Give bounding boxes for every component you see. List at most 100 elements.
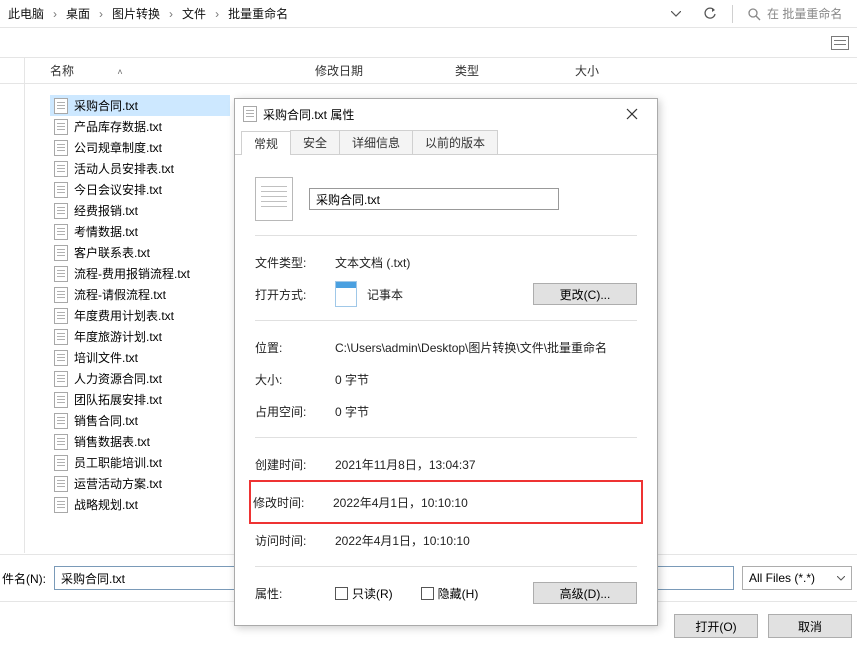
file-name: 客户联系表.txt	[74, 244, 150, 261]
tab-general[interactable]: 常规	[241, 131, 291, 155]
column-name[interactable]: 名称 ˄	[50, 62, 315, 79]
crumb-3[interactable]: 文件	[178, 5, 210, 22]
dialog-tabs: 常规 安全 详细信息 以前的版本	[235, 129, 657, 155]
view-details-icon[interactable]	[831, 36, 849, 50]
dropdown-history-button[interactable]	[664, 3, 688, 25]
label-filetype: 文件类型:	[255, 254, 335, 271]
label-created: 创建时间:	[255, 456, 335, 473]
filename-label: 件名(N):	[0, 570, 46, 587]
open-button[interactable]: 打开(O)	[674, 614, 758, 638]
file-row[interactable]: 年度费用计划表.txt	[50, 305, 230, 326]
column-date[interactable]: 修改日期	[315, 62, 455, 79]
file-row[interactable]: 客户联系表.txt	[50, 242, 230, 263]
file-row[interactable]: 战略规划.txt	[50, 494, 230, 515]
dialog-titlebar[interactable]: 采购合同.txt 属性	[235, 99, 657, 129]
file-name: 活动人员安排表.txt	[74, 160, 174, 177]
column-size[interactable]: 大小	[575, 62, 635, 79]
properties-dialog: 采购合同.txt 属性 常规 安全 详细信息 以前的版本 采购合同.txt 文件…	[234, 98, 658, 626]
file-row[interactable]: 今日会议安排.txt	[50, 179, 230, 200]
close-button[interactable]	[615, 104, 649, 124]
label-openwith: 打开方式:	[255, 286, 335, 303]
file-row[interactable]: 活动人员安排表.txt	[50, 158, 230, 179]
file-type-filter[interactable]: All Files (*.*)	[742, 566, 852, 590]
column-type[interactable]: 类型	[455, 62, 575, 79]
value-openwith: 记事本	[367, 286, 403, 303]
value-location: C:\Users\admin\Desktop\图片转换\文件\批量重命名	[335, 339, 607, 356]
crumb-1[interactable]: 桌面	[62, 5, 94, 22]
splitter[interactable]	[24, 58, 25, 553]
sort-indicator-icon: ˄	[117, 67, 122, 77]
dialog-body: 采购合同.txt 文件类型: 文本文档 (.txt) 打开方式: 记事本 更改(…	[235, 155, 657, 609]
chevron-down-icon	[837, 576, 845, 581]
dialog-buttons: 打开(O) 取消	[674, 614, 852, 638]
tab-details[interactable]: 详细信息	[339, 130, 413, 154]
file-icon	[54, 245, 68, 261]
file-icon	[54, 140, 68, 156]
file-row[interactable]: 年度旅游计划.txt	[50, 326, 230, 347]
file-icon	[54, 434, 68, 450]
file-name: 流程-请假流程.txt	[74, 286, 166, 303]
file-name: 产品库存数据.txt	[74, 118, 162, 135]
file-name: 经费报销.txt	[74, 202, 138, 219]
crumb-2[interactable]: 图片转换	[108, 5, 164, 22]
file-name: 今日会议安排.txt	[74, 181, 162, 198]
file-row[interactable]: 流程-请假流程.txt	[50, 284, 230, 305]
file-name: 人力资源合同.txt	[74, 370, 162, 387]
close-icon	[626, 108, 638, 120]
file-row[interactable]: 产品库存数据.txt	[50, 116, 230, 137]
file-name: 销售数据表.txt	[74, 433, 150, 450]
file-icon	[54, 224, 68, 240]
file-row[interactable]: 人力资源合同.txt	[50, 368, 230, 389]
file-row[interactable]: 员工职能培训.txt	[50, 452, 230, 473]
chevron-right-icon[interactable]: ›	[94, 7, 108, 21]
label-location: 位置:	[255, 339, 335, 356]
divider	[255, 437, 637, 438]
file-name: 战略规划.txt	[74, 496, 138, 513]
file-name: 销售合同.txt	[74, 412, 138, 429]
search-icon	[747, 7, 761, 21]
divider	[255, 320, 637, 321]
label-attributes: 属性:	[255, 585, 335, 602]
refresh-button[interactable]	[698, 3, 722, 25]
search-input[interactable]: 在 批量重命名	[743, 5, 853, 22]
filename-field[interactable]: 采购合同.txt	[309, 188, 559, 210]
file-name: 考情数据.txt	[74, 223, 138, 240]
hidden-checkbox[interactable]: 隐藏(H)	[421, 585, 479, 602]
file-row[interactable]: 经费报销.txt	[50, 200, 230, 221]
advanced-button[interactable]: 高级(D)...	[533, 582, 637, 604]
breadcrumb[interactable]: 此电脑 › 桌面 › 图片转换 › 文件 › 批量重命名	[4, 0, 664, 27]
file-row[interactable]: 团队拓展安排.txt	[50, 389, 230, 410]
file-row[interactable]: 流程-费用报销流程.txt	[50, 263, 230, 284]
crumb-4[interactable]: 批量重命名	[224, 5, 292, 22]
file-row[interactable]: 培训文件.txt	[50, 347, 230, 368]
readonly-checkbox[interactable]: 只读(R)	[335, 585, 393, 602]
tab-security[interactable]: 安全	[290, 130, 340, 154]
address-bar: 此电脑 › 桌面 › 图片转换 › 文件 › 批量重命名 在 批量重命名	[0, 0, 857, 28]
chevron-right-icon[interactable]: ›	[164, 7, 178, 21]
notepad-icon	[335, 281, 357, 307]
file-row[interactable]: 考情数据.txt	[50, 221, 230, 242]
chevron-right-icon[interactable]: ›	[210, 7, 224, 21]
cancel-button[interactable]: 取消	[768, 614, 852, 638]
file-row[interactable]: 采购合同.txt	[50, 95, 230, 116]
file-icon	[54, 308, 68, 324]
value-modified: 2022年4月1日，10:10:10	[333, 494, 468, 511]
file-row[interactable]: 公司规章制度.txt	[50, 137, 230, 158]
chevron-right-icon[interactable]: ›	[48, 7, 62, 21]
file-row[interactable]: 运营活动方案.txt	[50, 473, 230, 494]
value-size: 0 字节	[335, 371, 369, 388]
crumb-0[interactable]: 此电脑	[4, 5, 48, 22]
label-size: 大小:	[255, 371, 335, 388]
file-icon	[54, 119, 68, 135]
file-name: 培训文件.txt	[74, 349, 138, 366]
file-row[interactable]: 销售合同.txt	[50, 410, 230, 431]
search-placeholder: 在 批量重命名	[767, 5, 842, 22]
toolbar-band	[0, 28, 857, 58]
file-icon	[54, 350, 68, 366]
tab-previous-versions[interactable]: 以前的版本	[412, 130, 498, 154]
divider	[255, 566, 637, 567]
checkbox-icon	[335, 587, 348, 600]
change-button[interactable]: 更改(C)...	[533, 283, 637, 305]
file-row[interactable]: 销售数据表.txt	[50, 431, 230, 452]
file-icon	[54, 203, 68, 219]
